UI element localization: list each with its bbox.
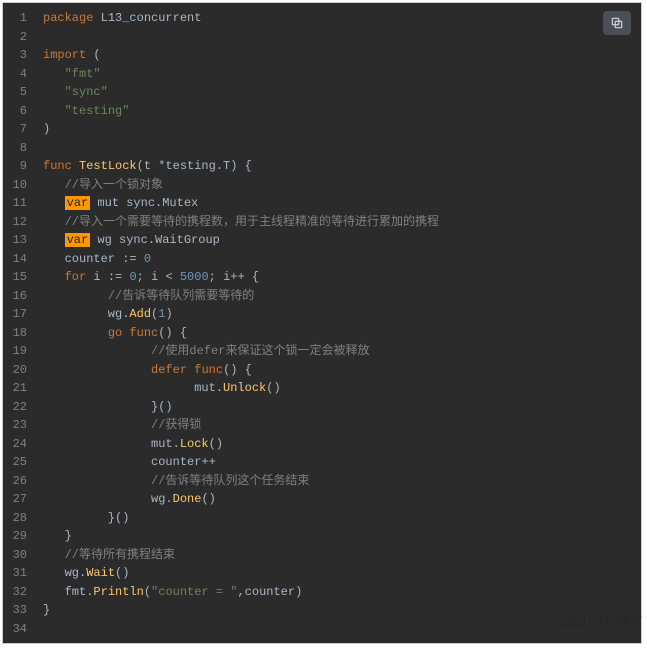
code-line: //告诉等待队列需要等待的 [43,287,641,306]
copy-icon [610,16,624,30]
line-number: 26 [7,472,27,491]
line-number: 32 [7,583,27,602]
line-number: 2 [7,28,27,47]
line-number: 28 [7,509,27,528]
code-line [43,139,641,158]
code-line: package L13_concurrent [43,9,641,28]
code-line: var mut sync.Mutex [43,194,641,213]
code-line: counter := 0 [43,250,641,269]
code-content: package L13_concurrent import ( "fmt" "s… [33,3,641,643]
code-line: }() [43,509,641,528]
code-line: var wg sync.WaitGroup [43,231,641,250]
line-number: 30 [7,546,27,565]
code-line: func TestLock(t *testing.T) { [43,157,641,176]
line-number: 17 [7,305,27,324]
code-line: for i := 0; i < 5000; i++ { [43,268,641,287]
code-editor: 1234567891011121314151617181920212223242… [2,2,642,644]
code-line: //使用defer来保证这个锁一定会被释放 [43,342,641,361]
code-line: //获得锁 [43,416,641,435]
code-line: "sync" [43,83,641,102]
line-number-gutter: 1234567891011121314151617181920212223242… [3,3,33,643]
line-number: 9 [7,157,27,176]
code-line: mut.Unlock() [43,379,641,398]
code-line: "fmt" [43,65,641,84]
code-line: fmt.Println("counter = ",counter) [43,583,641,602]
line-number: 27 [7,490,27,509]
line-number: 25 [7,453,27,472]
line-number: 4 [7,65,27,84]
line-number: 23 [7,416,27,435]
code-line: go func() { [43,324,641,343]
code-line: mut.Lock() [43,435,641,454]
line-number: 20 [7,361,27,380]
line-number: 31 [7,564,27,583]
code-line: //导入一个锁对象 [43,176,641,195]
line-number: 33 [7,601,27,620]
line-number: 10 [7,176,27,195]
line-number: 15 [7,268,27,287]
code-line: //导入一个需要等待的携程数，用于主线程精准的等待进行累加的携程 [43,213,641,232]
line-number: 24 [7,435,27,454]
line-number: 12 [7,213,27,232]
line-number: 22 [7,398,27,417]
line-number: 14 [7,250,27,269]
code-line: //等待所有携程结束 [43,546,641,565]
line-number: 16 [7,287,27,306]
line-number: 21 [7,379,27,398]
line-number: 1 [7,9,27,28]
code-line: wg.Wait() [43,564,641,583]
code-line: import ( [43,46,641,65]
copy-button[interactable] [603,11,631,35]
code-line: counter++ [43,453,641,472]
code-line: } [43,527,641,546]
line-number: 7 [7,120,27,139]
code-line: wg.Add(1) [43,305,641,324]
code-line: }() [43,398,641,417]
line-number: 18 [7,324,27,343]
line-number: 19 [7,342,27,361]
line-number: 11 [7,194,27,213]
line-number: 6 [7,102,27,121]
line-number: 34 [7,620,27,639]
line-number: 29 [7,527,27,546]
code-line: "testing" [43,102,641,121]
code-line: } [43,601,641,620]
code-line: ) [43,120,641,139]
line-number: 3 [7,46,27,65]
line-number: 8 [7,139,27,158]
watermark-text: @51CTO博客 [560,611,641,630]
code-line: defer func() { [43,361,641,380]
code-line [43,620,641,639]
line-number: 5 [7,83,27,102]
code-line [43,28,641,47]
line-number: 13 [7,231,27,250]
code-line: //告诉等待队列这个任务结束 [43,472,641,491]
code-line: wg.Done() [43,490,641,509]
